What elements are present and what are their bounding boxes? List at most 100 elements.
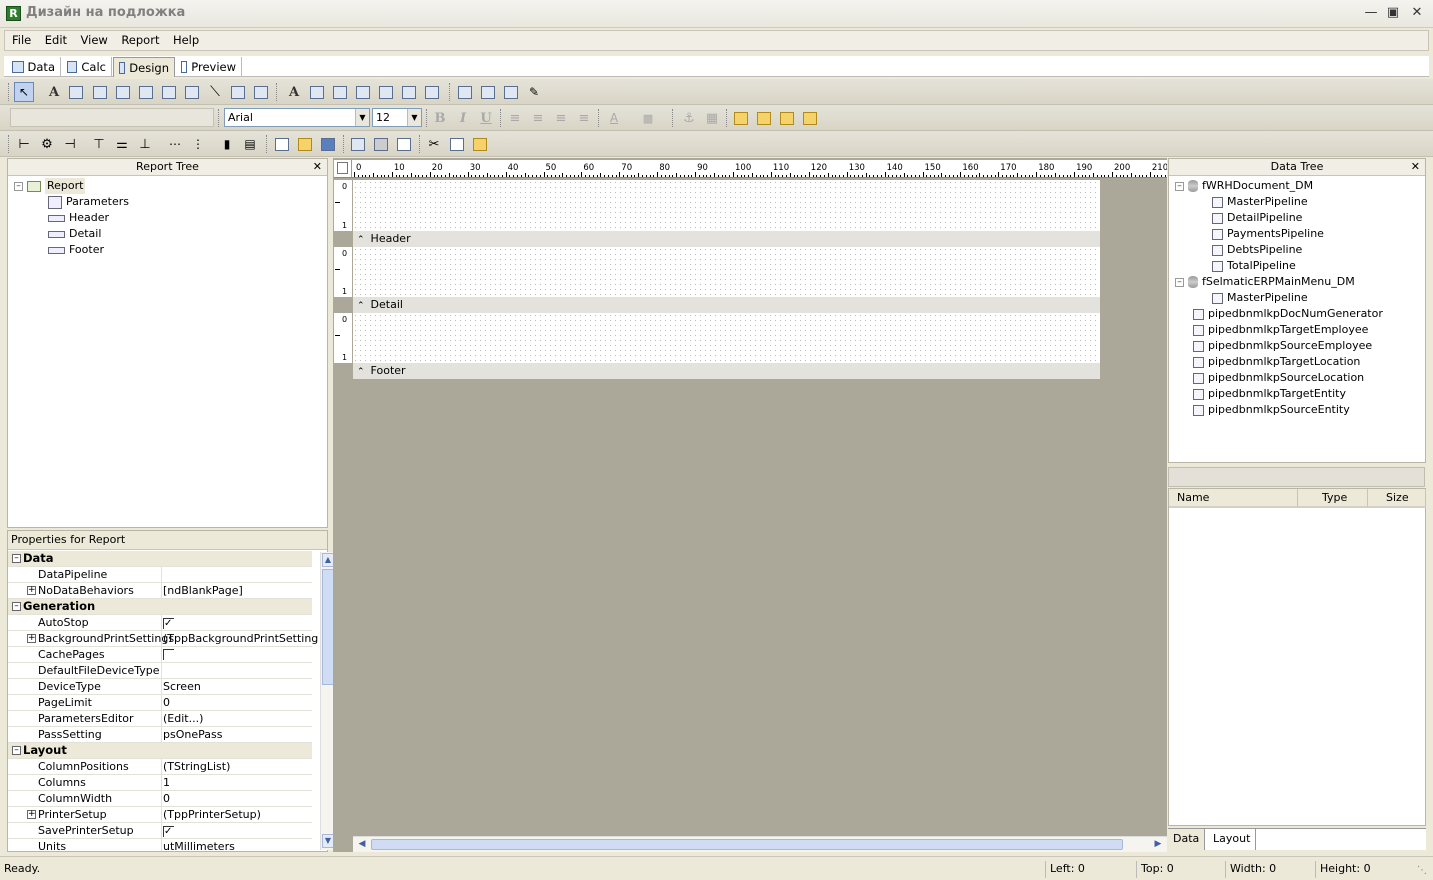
line-tool-button[interactable]: ⟍ (205, 82, 225, 102)
size-button[interactable]: ▮ (217, 134, 237, 154)
property-value[interactable]: 1 (161, 775, 312, 791)
scroll-thumb[interactable] (371, 839, 1123, 850)
data-tree-pipeline[interactable]: pipedbnmlkpTargetLocation (1193, 354, 1360, 370)
checkbox[interactable] (163, 649, 174, 660)
menu-view[interactable]: View (78, 31, 111, 50)
property-value[interactable]: [ndBlankPage] (161, 583, 312, 599)
data-tree-pipeline[interactable]: PaymentsPipeline (1212, 226, 1324, 242)
band-divider-footer[interactable]: ⌃ Footer (353, 363, 1100, 379)
dbimage-tool-button[interactable] (376, 82, 396, 102)
barcode-tool-button[interactable] (228, 82, 248, 102)
cut-icon[interactable]: ✂ (424, 134, 444, 154)
property-value[interactable]: ✓ (161, 615, 312, 631)
label-tool-button[interactable]: A (44, 82, 64, 102)
send-to-back-button[interactable] (754, 108, 774, 128)
property-row[interactable]: Columns 1 (8, 775, 312, 791)
property-value[interactable]: 0 (161, 791, 312, 807)
property-value[interactable] (161, 663, 312, 679)
highlight-color-button[interactable]: ▩ (638, 108, 658, 128)
anchor-icon[interactable]: ⚓ (679, 108, 699, 128)
property-row[interactable]: DeviceType Screen (8, 679, 312, 695)
property-value[interactable]: (TppPrinterSetup) (161, 807, 312, 823)
crosstab-tool-button[interactable] (501, 82, 521, 102)
tree-item-header[interactable]: Header (48, 210, 109, 226)
bold-button[interactable]: B (430, 108, 450, 128)
tab-layout-bottom[interactable]: Layout (1208, 829, 1257, 850)
property-category[interactable]: – Generation (8, 599, 312, 615)
column-header-type[interactable]: Type (1298, 489, 1368, 508)
dbrichtext-tool-button[interactable] (330, 82, 350, 102)
collapse-icon[interactable]: – (12, 554, 21, 563)
data-tree-pipeline[interactable]: pipedbnmlkpSourceLocation (1193, 370, 1364, 386)
tree-item-report[interactable]: – Report (14, 178, 86, 194)
region-tool-button[interactable] (455, 82, 475, 102)
header-band-area[interactable] (353, 180, 1100, 231)
data-tree-pipeline[interactable]: pipedbnmlkpTargetEmployee (1193, 322, 1368, 338)
table-tool-button[interactable] (478, 82, 498, 102)
paste-icon[interactable] (470, 134, 490, 154)
align-centers-button[interactable]: ⚙ (37, 134, 57, 154)
property-row[interactable]: + BackgroundPrintSettings (TppBackgroundPr… (8, 631, 318, 647)
space-vertically-button[interactable]: ⋮ (188, 134, 208, 154)
design-horizontal-scrollbar[interactable]: ◀ ▶ (353, 836, 1167, 852)
data-tree-pipeline[interactable]: pipedbnmlkpDocNumGenerator (1193, 306, 1383, 322)
dbchart-tool-button[interactable] (422, 82, 442, 102)
bring-forward-button[interactable] (777, 108, 797, 128)
print-preview-icon[interactable] (394, 134, 414, 154)
column-header-size[interactable]: Size (1368, 489, 1426, 508)
dbbarcode-tool-button[interactable] (399, 82, 419, 102)
property-row[interactable]: ColumnPositions (TStringList) (8, 759, 312, 775)
data-tree-pipeline[interactable]: pipedbnmlkpSourceEmployee (1193, 338, 1372, 354)
tab-data[interactable]: Data (7, 57, 61, 77)
data-tree-pipeline[interactable]: pipedbnmlkpSourceEntity (1193, 402, 1350, 418)
property-row[interactable]: AutoStop ✓ (8, 615, 312, 631)
band-divider-detail[interactable]: ⌃ Detail (353, 297, 1100, 313)
data-tree-pipeline[interactable]: MasterPipeline (1212, 194, 1308, 210)
close-button[interactable]: ✕ (1406, 4, 1428, 22)
expand-icon[interactable]: + (27, 586, 36, 595)
richtext-tool-button[interactable] (90, 82, 110, 102)
property-value[interactable]: psOnePass (161, 727, 312, 743)
send-backward-button[interactable] (800, 108, 820, 128)
footer-band-area[interactable] (353, 313, 1100, 363)
property-row[interactable]: + PrinterSetup (TppPrinterSetup) (8, 807, 312, 823)
align-rights-button[interactable]: ⊣ (60, 134, 80, 154)
shape-tool-button[interactable] (182, 82, 202, 102)
data-tree-group[interactable]: – fWRHDocument_DM (1175, 178, 1313, 194)
dbcalc-tool-button[interactable] (353, 82, 373, 102)
font-color-button[interactable]: A (604, 108, 624, 128)
image-tool-button[interactable] (136, 82, 156, 102)
property-row[interactable]: PassSetting psOnePass (8, 727, 312, 743)
space-horizontally-button[interactable]: ⋯ (165, 134, 185, 154)
detail-band-area[interactable] (353, 247, 1100, 297)
tab-data-bottom[interactable]: Data (1168, 829, 1206, 850)
menu-help[interactable]: Help (170, 31, 202, 50)
property-value[interactable] (161, 647, 312, 663)
collapse-icon[interactable]: – (1175, 181, 1184, 191)
property-value[interactable]: (Edit...) (161, 711, 312, 727)
justify-button[interactable]: ≡ (574, 108, 594, 128)
property-row[interactable]: + NoDataBehaviors [ndBlankPage] (8, 583, 312, 599)
menu-edit[interactable]: Edit (42, 31, 70, 50)
align-middles-button[interactable]: ⚌ (112, 134, 132, 154)
property-category[interactable]: – Layout (8, 743, 312, 759)
property-value[interactable]: (TStringList) (161, 759, 312, 775)
copy-icon[interactable] (447, 134, 467, 154)
print-icon[interactable] (371, 134, 391, 154)
property-row[interactable]: Units utMillimeters (8, 839, 312, 851)
align-lefts-button[interactable]: ⊢ (14, 134, 34, 154)
property-row[interactable]: CachePages (8, 647, 312, 663)
property-value[interactable]: ✓ (161, 823, 312, 839)
tab-calc[interactable]: Calc (62, 57, 112, 77)
property-category[interactable]: – Data (8, 551, 312, 567)
component-selector[interactable] (10, 108, 214, 127)
close-icon[interactable]: ✕ (1411, 159, 1420, 175)
close-icon[interactable]: ✕ (313, 159, 322, 175)
menu-file[interactable]: File (9, 31, 34, 50)
checkbox[interactable]: ✓ (163, 826, 174, 837)
collapse-icon[interactable]: – (1175, 277, 1184, 287)
maximize-button[interactable]: ▣ (1382, 4, 1404, 22)
tab-preview[interactable]: Preview (176, 57, 242, 77)
property-row[interactable]: ParametersEditor (Edit...) (8, 711, 312, 727)
border-button[interactable]: ▦ (702, 108, 722, 128)
